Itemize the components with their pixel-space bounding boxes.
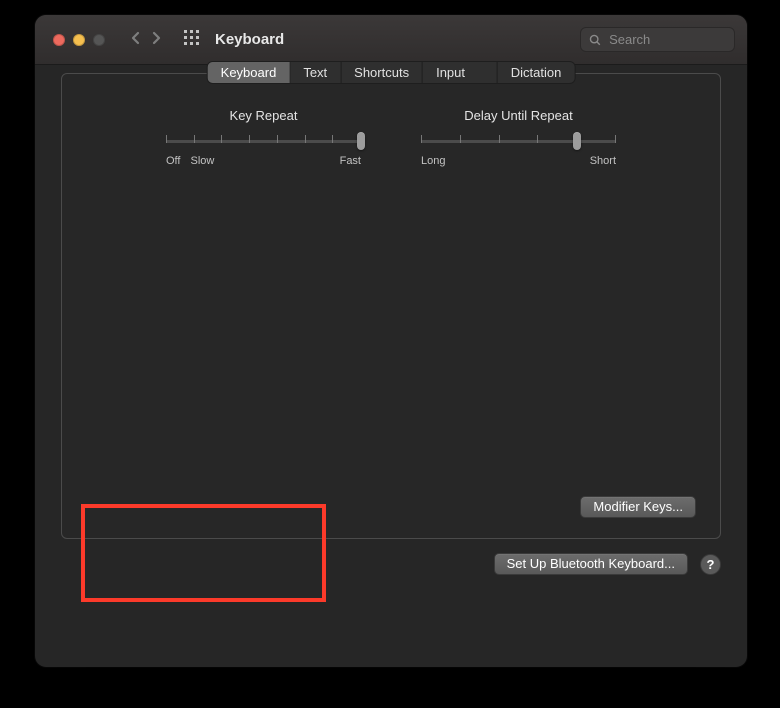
nav-buttons [129, 29, 163, 50]
tab-dictation[interactable]: Dictation [498, 62, 575, 83]
preferences-window: Keyboard Keyboard Text Shortcuts Input S… [35, 15, 747, 667]
delay-right: Short [590, 155, 616, 167]
modifier-keys-button[interactable]: Modifier Keys... [580, 496, 696, 518]
key-repeat-group: Key Repeat Off [166, 108, 361, 167]
key-repeat-right: Fast [340, 155, 361, 167]
key-repeat-label: Key Repeat [166, 108, 361, 123]
chevron-left-icon [129, 29, 143, 47]
show-all-prefs-button[interactable] [183, 29, 201, 50]
delay-until-repeat-ticks [421, 135, 616, 147]
close-window-button[interactable] [53, 34, 65, 46]
tab-shortcuts[interactable]: Shortcuts [341, 62, 423, 83]
forward-button[interactable] [149, 29, 163, 50]
delay-until-repeat-label: Delay Until Repeat [421, 108, 616, 123]
traffic-lights [53, 34, 105, 46]
search-field[interactable] [580, 27, 735, 52]
delay-until-repeat-group: Delay Until Repeat Long Short [421, 108, 616, 167]
search-input[interactable] [607, 31, 726, 48]
keyboard-panel: Key Repeat Off [61, 73, 721, 539]
tab-text[interactable]: Text [290, 62, 341, 83]
delay-left: Long [421, 155, 445, 167]
setup-bluetooth-keyboard-button[interactable]: Set Up Bluetooth Keyboard... [494, 553, 688, 575]
key-repeat-slider[interactable] [166, 131, 361, 151]
key-repeat-ticks [166, 135, 361, 147]
minimize-window-button[interactable] [73, 34, 85, 46]
key-repeat-handle[interactable] [357, 132, 365, 150]
chevron-right-icon [149, 29, 163, 47]
apps-grid-icon [183, 29, 201, 47]
search-icon [589, 33, 601, 47]
window-toolbar: Keyboard [35, 15, 747, 65]
delay-until-repeat-slider[interactable] [421, 131, 616, 151]
back-button[interactable] [129, 29, 143, 50]
help-button[interactable]: ? [700, 554, 721, 575]
window-title: Keyboard [215, 31, 284, 48]
tab-keyboard[interactable]: Keyboard [208, 62, 291, 83]
tab-input-sources[interactable]: Input Sources [423, 62, 498, 83]
settings-tabs: Keyboard Text Shortcuts Input Sources Di… [207, 61, 576, 84]
maximize-window-button [93, 34, 105, 46]
delay-until-repeat-handle[interactable] [573, 132, 581, 150]
key-repeat-left-slow: Slow [190, 155, 214, 167]
key-repeat-left-off: Off [166, 155, 180, 167]
